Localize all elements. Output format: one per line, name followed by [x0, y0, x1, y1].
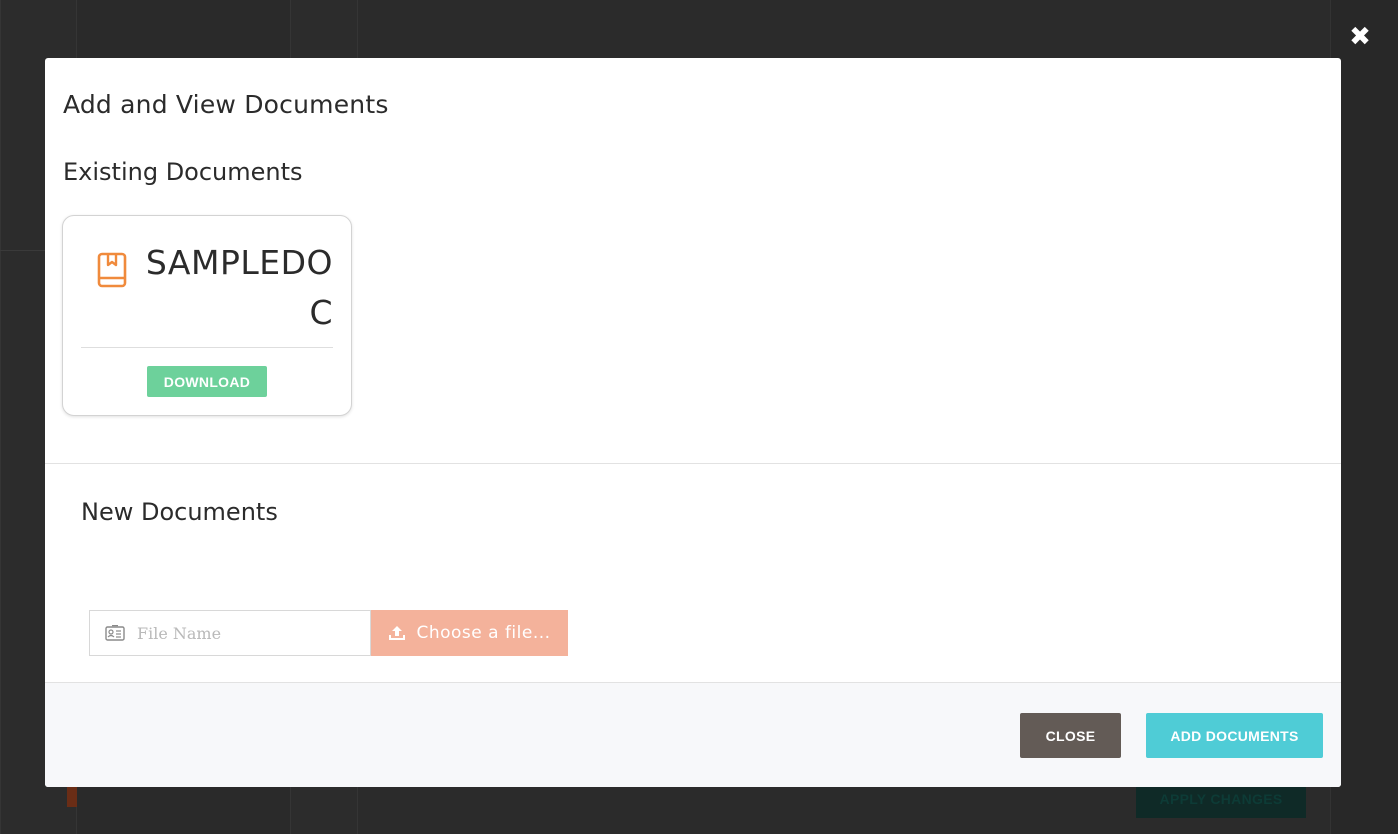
book-bookmark-icon: [97, 252, 127, 288]
download-button[interactable]: DOWNLOAD: [147, 366, 267, 397]
file-upload-row: Choose a file...: [89, 610, 568, 656]
card-divider: [81, 347, 333, 348]
close-button[interactable]: CLOSE: [1020, 713, 1121, 758]
add-documents-button[interactable]: ADD DOCUMENTS: [1146, 713, 1323, 758]
background-marker: [67, 787, 77, 807]
file-name-field[interactable]: [89, 610, 371, 656]
existing-documents-heading: Existing Documents: [63, 158, 303, 186]
choose-file-label: Choose a file...: [416, 623, 551, 643]
documents-modal: Add and View Documents Existing Document…: [45, 58, 1341, 787]
id-card-icon: [105, 625, 125, 641]
close-x-icon[interactable]: ✖: [1346, 21, 1374, 51]
modal-footer: CLOSE ADD DOCUMENTS: [45, 682, 1341, 787]
section-divider: [45, 463, 1341, 464]
new-documents-heading: New Documents: [81, 498, 278, 526]
choose-file-button[interactable]: Choose a file...: [371, 610, 568, 656]
file-name-input[interactable]: [135, 622, 359, 644]
upload-icon: [389, 626, 406, 640]
document-name: SAMPLEDOC: [145, 243, 333, 332]
modal-title: Add and View Documents: [63, 90, 389, 119]
document-card: SAMPLEDOC DOWNLOAD: [62, 215, 352, 416]
